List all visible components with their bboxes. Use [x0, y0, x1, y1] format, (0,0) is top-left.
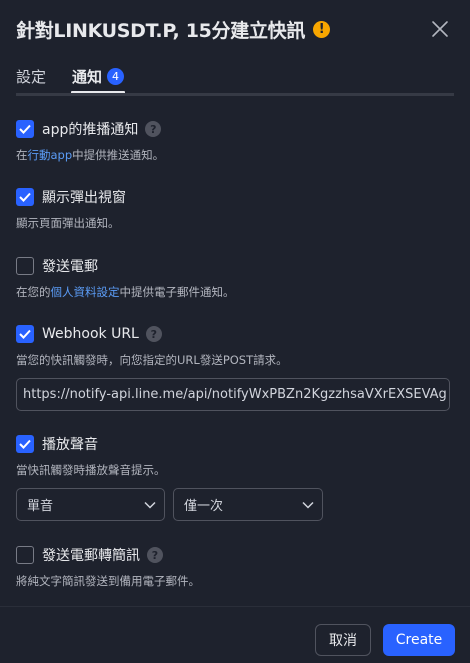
- webhook-url-input[interactable]: https://notify-api.line.me/api/notifyWxP…: [16, 378, 450, 411]
- profile-settings-link[interactable]: 個人資料設定: [51, 285, 120, 299]
- tab-settings-label: 設定: [16, 68, 47, 86]
- sound-label: 播放聲音: [42, 437, 98, 453]
- close-icon: [432, 21, 448, 37]
- tab-divider: [16, 93, 454, 96]
- webhook-description: 當您的快訊觸發時，向您指定的URL發送POST請求。: [16, 353, 288, 367]
- email-sms-label: 發送電郵轉簡訊: [42, 548, 140, 564]
- tab-badge: 4: [107, 68, 125, 85]
- webhook-label: Webhook URL: [42, 326, 139, 342]
- tab-notifications[interactable]: 通知 4: [72, 66, 125, 87]
- repeat-select[interactable]: 僅一次: [173, 488, 323, 521]
- sound-description: 當快訊觸發時播放聲音提示。: [16, 463, 166, 477]
- checkmark-icon: [19, 192, 31, 202]
- chevron-down-icon: [144, 501, 156, 509]
- checkmark-icon: [19, 439, 31, 449]
- help-icon[interactable]: ?: [145, 326, 162, 342]
- sound-select-value: 單音: [27, 499, 54, 514]
- sound-checkbox[interactable]: [16, 435, 34, 453]
- footer-divider: [0, 606, 470, 607]
- help-icon[interactable]: ?: [147, 547, 163, 563]
- app-push-checkbox[interactable]: [16, 120, 34, 138]
- checkmark-icon: [19, 329, 31, 339]
- close-button[interactable]: [428, 17, 452, 41]
- option-webhook: Webhook URL ? 當您的快訊觸發時，向您指定的URL發送POST請求。: [16, 324, 454, 368]
- app-push-description: 在行動app中提供推送通知。: [16, 147, 454, 163]
- create-button[interactable]: Create: [383, 624, 455, 656]
- warning-icon[interactable]: !: [313, 21, 331, 38]
- desc-text: 在: [16, 148, 28, 162]
- cancel-button[interactable]: 取消: [315, 624, 371, 656]
- email-label: 發送電郵: [42, 259, 98, 275]
- email-checkbox[interactable]: [16, 257, 34, 275]
- webhook-checkbox[interactable]: [16, 325, 34, 343]
- email-sms-description: 將純文字簡訊發送到備用電子郵件。: [16, 574, 200, 588]
- popup-description: 顯示頁面彈出通知。: [16, 216, 120, 230]
- app-push-label: app的推播通知: [42, 122, 139, 138]
- checkmark-icon: [19, 124, 31, 134]
- help-icon[interactable]: ?: [145, 121, 162, 137]
- option-email: 發送電郵 在您的個人資料設定中提供電子郵件通知。: [16, 256, 454, 300]
- popup-label: 顯示彈出視窗: [42, 190, 126, 206]
- tab-notifications-label: 通知: [72, 68, 103, 86]
- sound-select[interactable]: 單音: [16, 488, 165, 521]
- dialog-title: 針對LINKUSDT.P, 15分建立快訊: [16, 20, 306, 42]
- option-email-sms: 發送電郵轉簡訊 ? 將純文字簡訊發送到備用電子郵件。: [16, 545, 454, 589]
- tab-settings[interactable]: 設定: [16, 66, 46, 87]
- repeat-select-value: 僅一次: [184, 499, 224, 514]
- dialog-title-wrap: 針對LINKUSDT.P, 15分建立快訊 !: [16, 16, 331, 43]
- email-sms-checkbox[interactable]: [16, 546, 34, 564]
- chevron-down-icon: [302, 501, 314, 509]
- dialog-header: 針對LINKUSDT.P, 15分建立快訊 !: [0, 0, 470, 60]
- desc-text: 在您的: [16, 285, 51, 299]
- mobile-app-link[interactable]: 行動app: [28, 148, 73, 162]
- popup-checkbox[interactable]: [16, 188, 34, 206]
- option-app-push: app的推播通知 ? 在行動app中提供推送通知。: [16, 119, 454, 163]
- tab-bar: 設定 通知 4: [16, 64, 454, 94]
- email-description: 在您的個人資料設定中提供電子郵件通知。: [16, 284, 454, 300]
- desc-text: 中提供推送通知。: [72, 148, 165, 162]
- option-popup: 顯示彈出視窗 顯示頁面彈出通知。: [16, 187, 454, 231]
- desc-text: 中提供電子郵件通知。: [119, 285, 235, 299]
- option-sound: 播放聲音 當快訊觸發時播放聲音提示。: [16, 434, 454, 478]
